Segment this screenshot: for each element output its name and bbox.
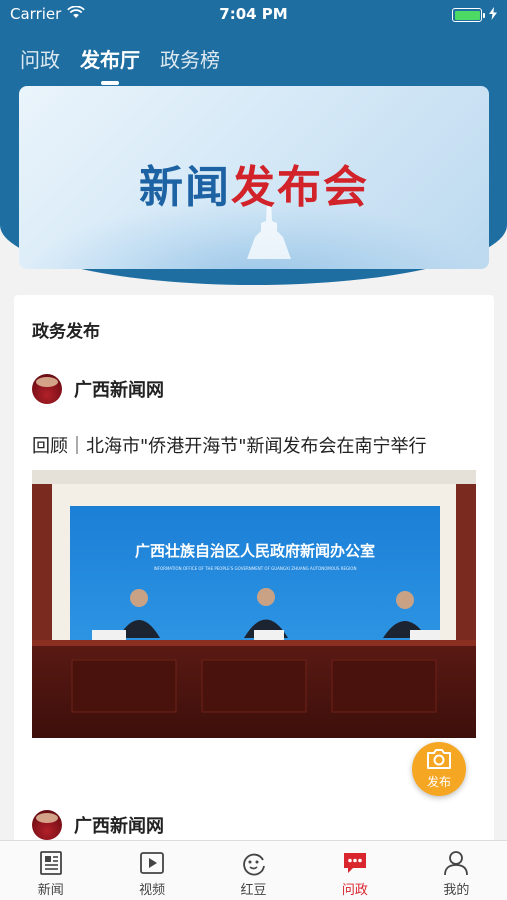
tab-profile[interactable]: 我的 [406, 841, 507, 900]
tab-wenzheng-bottom[interactable]: 问政 [304, 841, 405, 900]
news-title[interactable]: 回顾｜北海市"侨港开海节"新闻发布会在南宁举行 [32, 432, 427, 458]
press-conference-photo: 广西壮族自治区人民政府新闻办公室 INFORMATION OFFICE OF T… [32, 470, 476, 738]
tab-zhengwubang[interactable]: 政务榜 [160, 44, 220, 83]
post-source-row-2[interactable]: 广西新闻网 [32, 810, 164, 840]
tab-wenzheng-label: 问政 [341, 883, 368, 898]
banner-title-part1: 新闻 [139, 162, 231, 213]
press-conference-banner[interactable]: 新闻发布会 [19, 86, 489, 269]
wenzheng-icon [343, 853, 366, 873]
tab-news[interactable]: 新闻 [0, 841, 101, 900]
hongdou-icon [242, 853, 265, 876]
tab-news-label: 新闻 [37, 883, 64, 898]
tab-hongdou[interactable]: 红豆 [203, 841, 304, 900]
avatar [32, 810, 62, 840]
profile-icon [444, 851, 469, 876]
app-screen: Carrier 7:04 PM 问政 发布厅 政务榜 新闻发布会 政务发布 广西… [0, 0, 507, 900]
bottom-tab-bar: 新闻 视频 红豆 问政 我的 [0, 840, 507, 900]
tab-video[interactable]: 视频 [101, 841, 202, 900]
tab-profile-label: 我的 [443, 883, 470, 898]
publish-button[interactable]: 发布 [412, 742, 466, 796]
charging-icon [489, 6, 497, 24]
section-title: 政务发布 [32, 322, 100, 342]
status-right [452, 6, 497, 24]
post-source-row[interactable]: 广西新闻网 [32, 374, 164, 404]
camera-icon [427, 749, 451, 769]
top-tabs: 问政 发布厅 政务榜 [20, 44, 220, 83]
source-name: 广西新闻网 [74, 380, 164, 401]
banner-title: 新闻发布会 [19, 151, 489, 215]
tab-video-label: 视频 [139, 883, 166, 898]
status-time: 7:04 PM [219, 5, 288, 23]
publish-label: 发布 [426, 775, 451, 789]
battery-icon [452, 8, 485, 22]
news-photo[interactable]: 广西壮族自治区人民政府新闻办公室 INFORMATION OFFICE OF T… [32, 470, 476, 738]
source-name: 广西新闻网 [74, 816, 164, 837]
news-icon [39, 851, 62, 875]
backdrop-text: 广西壮族自治区人民政府新闻办公室 [135, 542, 375, 560]
tab-hongdou-label: 红豆 [240, 883, 267, 898]
video-icon [140, 852, 165, 874]
avatar [32, 374, 62, 404]
backdrop-subtext: INFORMATION OFFICE OF THE PEOPLE'S GOVER… [154, 566, 357, 571]
tab-wenzheng[interactable]: 问政 [20, 44, 60, 83]
tab-fabuting[interactable]: 发布厅 [80, 44, 140, 83]
status-bar: Carrier 7:04 PM [0, 0, 507, 28]
banner-title-part2: 发布会 [231, 162, 369, 213]
